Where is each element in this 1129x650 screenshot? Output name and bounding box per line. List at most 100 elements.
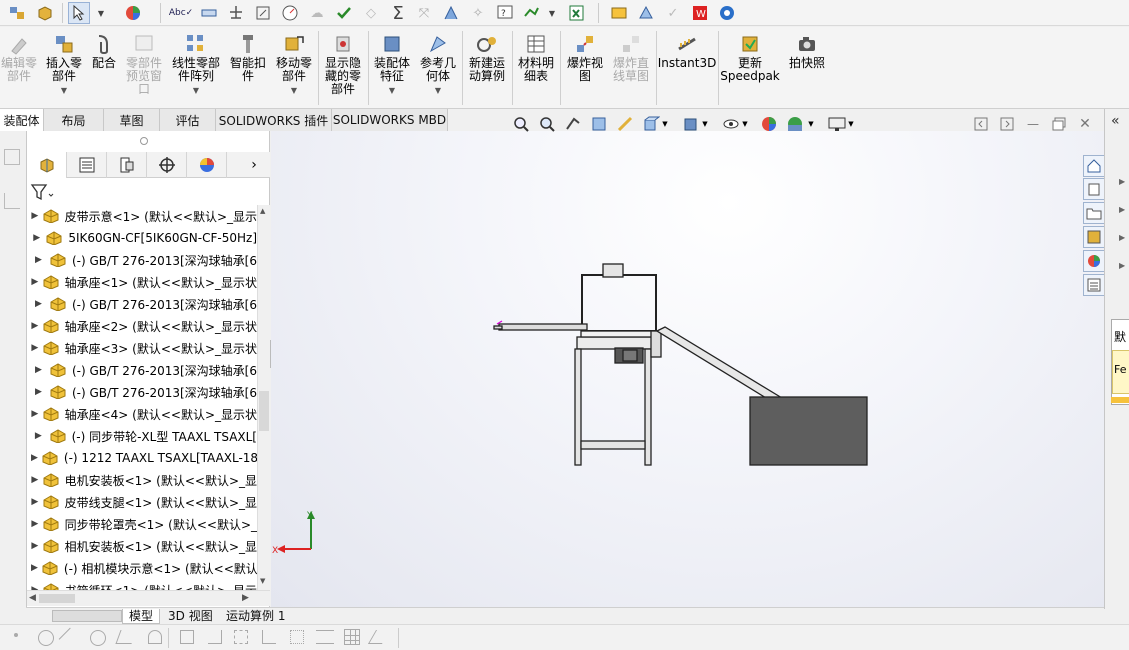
view-orientation-icon[interactable]	[640, 114, 662, 134]
section-view-icon[interactable]	[588, 114, 610, 134]
chevron-down-icon[interactable]: ▼	[660, 114, 670, 134]
tree-row[interactable]: ▶ 轴承座<3> (默认<<默认>_显示状	[27, 337, 257, 359]
tab-sketch[interactable]: 草图	[104, 109, 160, 131]
chevron-down-icon[interactable]: ▼	[806, 114, 816, 134]
expand-arrow-icon[interactable]: ▶	[31, 453, 38, 463]
expand-arrow-icon[interactable]: ▶	[31, 409, 39, 419]
expand-arrow-icon[interactable]: ▶	[31, 277, 39, 287]
chevron-down-icon[interactable]: ▼	[94, 2, 108, 24]
filter-icon[interactable]	[30, 183, 54, 201]
view-settings-icon[interactable]	[826, 114, 848, 134]
display-style-icon[interactable]	[680, 114, 702, 134]
reference-geometry-button[interactable]: 参考几 何体 ▼	[416, 33, 460, 109]
chevron-down-icon[interactable]: ▼	[291, 84, 297, 97]
expand-arrow-icon[interactable]: ▶	[31, 321, 39, 331]
chevron-down-icon[interactable]: ▼	[546, 2, 558, 24]
expand-arrow-icon[interactable]: ▶	[31, 365, 46, 375]
chevron-right-icon[interactable]: ›	[241, 152, 267, 178]
tile-left-icon[interactable]	[970, 114, 992, 134]
toolbox-icon[interactable]	[608, 2, 630, 24]
polygon-icon[interactable]	[115, 630, 137, 644]
tab-evaluate[interactable]: 评估	[160, 109, 216, 131]
feature-manager-tab[interactable]	[27, 152, 67, 178]
exploded-view-button[interactable]: 爆炸视 图	[562, 33, 608, 109]
close-icon[interactable]: ✕	[1074, 114, 1096, 134]
tab-3d-views[interactable]: 3D 视图	[162, 609, 219, 624]
tree-row[interactable]: ▶ (-) GB/T 276-2013[深沟球轴承[6	[27, 381, 257, 403]
scrollbar-thumb[interactable]	[259, 391, 269, 431]
fillet-icon[interactable]	[262, 630, 276, 644]
mate-button[interactable]: 配合	[88, 33, 120, 109]
expand-arrow-icon[interactable]: ▶	[31, 299, 46, 309]
tree-horizontal-scrollbar[interactable]: ◀ ▶	[27, 590, 270, 606]
tree-row[interactable]: ▶ 皮带线支腿<1> (默认<<默认>_显	[27, 491, 257, 513]
chevron-down-icon[interactable]: ▼	[193, 84, 199, 97]
design-library-icon[interactable]	[1083, 178, 1105, 200]
scrollbar-thumb[interactable]	[39, 594, 75, 603]
trim-icon[interactable]	[180, 630, 194, 644]
tab-solidworks-addins[interactable]: SOLIDWORKS 插件	[216, 109, 332, 131]
tree-row[interactable]: ▶ (-) GB/T 276-2013[深沟球轴承[6	[27, 359, 257, 381]
update-speedpak-button[interactable]: 更新 Speedpak	[720, 33, 780, 109]
tile-right-icon[interactable]	[996, 114, 1018, 134]
take-snapshot-button[interactable]: 拍快照	[782, 33, 832, 109]
grid-icon[interactable]	[344, 629, 360, 645]
chevron-left-icon[interactable]: ◀	[29, 593, 36, 603]
edit-component-button[interactable]: 编辑零 部件	[0, 33, 38, 109]
restore-icon[interactable]	[1048, 114, 1070, 134]
assembly-features-button[interactable]: 装配体 特征 ▼	[370, 33, 414, 109]
linear-pattern-button[interactable]: 线性零部 件阵列 ▼	[168, 33, 224, 109]
appearances-scenes-icon[interactable]	[1083, 250, 1105, 272]
chevron-right-icon[interactable]: ▶	[1119, 205, 1125, 214]
view-palette-icon[interactable]	[1083, 226, 1105, 248]
angle-icon[interactable]	[367, 630, 391, 644]
tab-solidworks-mbd[interactable]: SOLIDWORKS MBD	[332, 109, 448, 131]
tree-row[interactable]: ▶ 5IK60GN-CF[5IK60GN-CF-50Hz]	[27, 227, 257, 249]
expand-arrow-icon[interactable]: ▶	[31, 519, 39, 529]
sensor-icon[interactable]	[279, 2, 301, 24]
interference-icon[interactable]	[440, 2, 462, 24]
assembly-icon[interactable]	[6, 2, 28, 24]
tree-row[interactable]: ▶ (-) GB/T 276-2013[深沟球轴承[6	[27, 249, 257, 271]
property-manager-tab[interactable]	[67, 152, 107, 178]
chevron-right-icon[interactable]: ▶	[1119, 261, 1125, 270]
insert-component-button[interactable]: 插入零 部件 ▼	[42, 33, 86, 109]
tree-row[interactable]: ▶ 皮带示意<1> (默认<<默认>_显示	[27, 205, 257, 227]
circle-icon[interactable]	[38, 630, 54, 646]
chevron-down-icon[interactable]: ▼	[740, 114, 750, 134]
chevron-right-icon[interactable]: ▶	[1119, 177, 1125, 186]
expand-arrow-icon[interactable]: ▶	[31, 343, 39, 353]
spell-check-icon[interactable]: Abc✓	[169, 2, 193, 24]
move-component-button[interactable]: 移动零 部件 ▼	[272, 33, 316, 109]
dimxpert-tab[interactable]	[147, 152, 187, 178]
bill-of-materials-button[interactable]: 材料明 细表	[514, 33, 558, 109]
display-manager-tab[interactable]	[187, 152, 227, 178]
chevron-down-icon[interactable]: ▼	[61, 84, 67, 97]
explode-line-sketch-button[interactable]: 爆炸直 线草图	[608, 33, 654, 109]
tab-layout[interactable]: 布局	[44, 109, 104, 131]
expand-arrow-icon[interactable]: ▶	[31, 211, 39, 221]
new-motion-study-button[interactable]: 新建运 动算例	[464, 33, 510, 109]
apply-scene-icon[interactable]	[784, 114, 806, 134]
tree-row[interactable]: ▶ 轴承座<4> (默认<<默认>_显示状	[27, 403, 257, 425]
double-chevron-left-icon[interactable]: «	[1111, 113, 1120, 129]
expand-arrow-icon[interactable]: ▶	[31, 255, 46, 265]
tab-model[interactable]: 模型	[122, 609, 161, 624]
pdm-icon[interactable]: W	[689, 2, 711, 24]
smart-fastener-button[interactable]: 智能扣 件	[226, 33, 270, 109]
chevron-down-icon[interactable]: ▼	[700, 114, 710, 134]
tree-row[interactable]: ▶ (-) 相机模块示意<1> (默认<<默认	[27, 557, 257, 579]
tree-row[interactable]: ▶ (-) 1212 TAAXL TSAXL[TAAXL-18	[27, 447, 257, 469]
check-icon[interactable]	[333, 2, 355, 24]
file-explorer-icon[interactable]	[1083, 202, 1105, 224]
appearance-icon[interactable]	[122, 2, 144, 24]
tree-row[interactable]: ▶ 相机安装板<1> (默认<<默认>_显	[27, 535, 257, 557]
tab-scroll-controls[interactable]	[52, 610, 122, 622]
mass-properties-icon[interactable]	[225, 2, 247, 24]
zoom-to-area-icon[interactable]	[536, 114, 558, 134]
compare-icon[interactable]	[520, 2, 542, 24]
tree-row[interactable]: ▶ 同步带轮罩壳<1> (默认<<默认>_	[27, 513, 257, 535]
panel-grip-icon[interactable]	[140, 137, 148, 145]
tree-row[interactable]: ▶ 轴承座<1> (默认<<默认>_显示状	[27, 271, 257, 293]
chevron-up-icon[interactable]: ▲	[260, 207, 268, 215]
